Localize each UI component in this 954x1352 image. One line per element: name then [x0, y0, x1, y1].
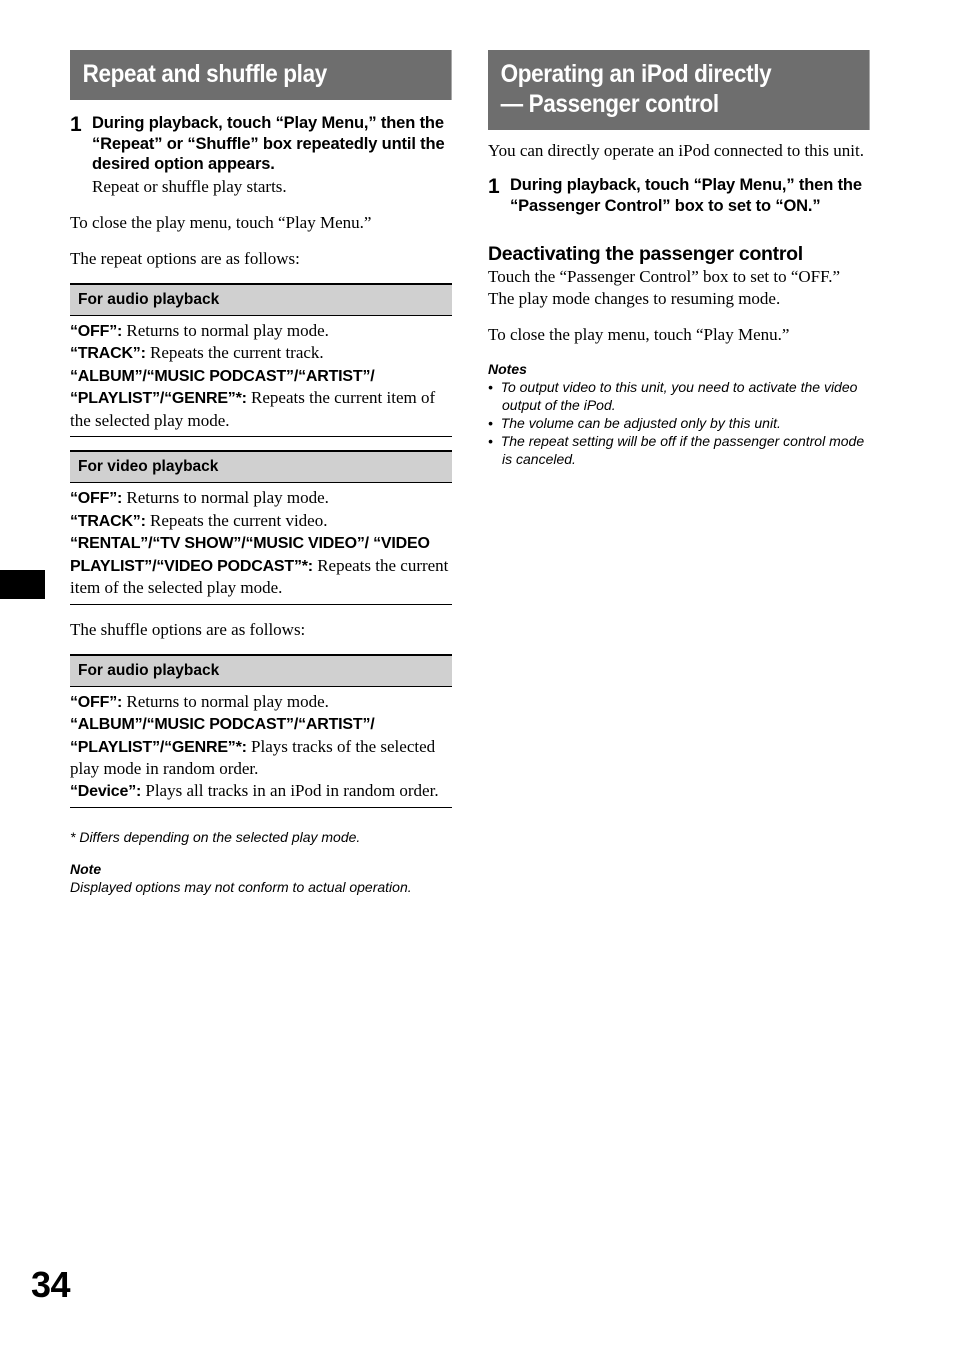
step-content: During playback, touch “Play Menu,” then…	[510, 175, 870, 216]
option-row: “ALBUM”/“MUSIC PODCAST”/“ARTIST”/ “PLAYL…	[70, 365, 452, 432]
edge-thumb-tab	[0, 570, 45, 599]
option-row: “RENTAL”/“TV SHOW”/“MUSIC VIDEO”/ “VIDEO…	[70, 532, 452, 599]
option-term: “TRACK”:	[70, 345, 146, 362]
close-play-menu-note: To close the play menu, touch “Play Menu…	[488, 325, 790, 344]
step-content: During playback, touch “Play Menu,” then…	[92, 113, 452, 198]
option-term: “Device”:	[70, 782, 142, 800]
step-title: During playback, touch “Play Menu,” then…	[510, 176, 862, 215]
repeat-options-intro: The repeat options are as follows:	[70, 248, 300, 268]
step-title: During playback, touch “Play Menu,” then…	[92, 114, 445, 173]
step-number: 1	[488, 175, 500, 198]
option-row: “Device”: Plays all tracks in an iPod in…	[70, 780, 452, 803]
section-header-line: — Passenger control	[500, 90, 720, 118]
repeat-audio-block: For audio playback “OFF”: Returns to nor…	[70, 282, 452, 437]
manual-page: Repeat and shuffle play 1 During playbac…	[0, 0, 954, 1352]
option-desc: Repeats the current track.	[145, 343, 324, 362]
option-row: “TRACK”: Repeats the current video.	[70, 510, 452, 533]
option-term: “OFF”:	[70, 322, 123, 340]
note-item: The repeat setting will be off if the pa…	[488, 432, 870, 468]
option-term: “OFF”:	[70, 490, 123, 507]
section-header-repeat-shuffle: Repeat and shuffle play	[70, 50, 452, 100]
deactivate-result: The play mode changes to resuming mode.	[488, 289, 781, 308]
option-row: “TRACK”: Repeats the current track.	[70, 342, 452, 365]
option-desc: Repeats the current video.	[145, 510, 328, 530]
page-number: 34	[31, 1264, 71, 1305]
repeat-video-band-label: For video playback	[70, 452, 452, 483]
passenger-control-intro: You can directly operate an iPod connect…	[488, 141, 864, 160]
step-number: 1	[70, 113, 82, 136]
note-item: To output video to this unit, you need t…	[488, 378, 870, 414]
shuffle-audio-band-label: For audio playback	[70, 655, 452, 687]
section-header-line: Repeat and shuffle play	[82, 60, 328, 88]
note-text: Displayed options may not conform to act…	[70, 879, 412, 895]
option-desc: Returns to normal play mode.	[122, 691, 329, 711]
step-1-repeat-shuffle: 1 During playback, touch “Play Menu,” th…	[70, 113, 452, 198]
option-term: “TRACK”:	[70, 512, 146, 530]
option-desc: Returns to normal play mode.	[122, 488, 329, 507]
shuffle-audio-options: “OFF”: Returns to normal play mode. “ALB…	[70, 687, 452, 808]
note-item: The volume can be adjusted only by this …	[488, 414, 870, 432]
section-header-passenger-control: Operating an iPod directly — Passenger c…	[488, 50, 870, 130]
step-subtext: Repeat or shuffle play starts.	[92, 176, 287, 196]
note-heading: Note	[70, 861, 102, 877]
repeat-video-block: For video playback “OFF”: Returns to nor…	[70, 450, 452, 605]
close-play-menu-note: To close the play menu, touch “Play Menu…	[70, 212, 372, 232]
step-1-passenger-control: 1 During playback, touch “Play Menu,” th…	[488, 175, 870, 216]
right-column: Operating an iPod directly — Passenger c…	[488, 50, 870, 468]
option-desc: Returns to normal play mode.	[122, 320, 329, 340]
asterisk-footnote: * Differs depending on the selected play…	[70, 829, 361, 845]
option-row: “ALBUM”/“MUSIC PODCAST”/“ARTIST”/ “PLAYL…	[70, 713, 452, 780]
option-row: “OFF”: Returns to normal play mode.	[70, 320, 452, 343]
left-column: Repeat and shuffle play 1 During playbac…	[70, 50, 452, 896]
option-desc: Plays all tracks in an iPod in random or…	[141, 780, 439, 800]
repeat-audio-options: “OFF”: Returns to normal play mode. “TRA…	[70, 316, 452, 437]
deactivate-instruction: Touch the “Passenger Control” box to set…	[488, 267, 841, 286]
shuffle-options-intro: The shuffle options are as follows:	[70, 619, 306, 639]
option-row: “OFF”: Returns to normal play mode.	[70, 691, 452, 714]
repeat-audio-band-label: For audio playback	[70, 284, 452, 316]
notes-heading: Notes	[488, 361, 527, 377]
section-header-line: Operating an iPod directly	[500, 60, 772, 88]
shuffle-audio-block: For audio playback “OFF”: Returns to nor…	[70, 653, 452, 808]
repeat-video-options: “OFF”: Returns to normal play mode. “TRA…	[70, 483, 452, 605]
notes-list: To output video to this unit, you need t…	[488, 378, 870, 468]
subheading-deactivating: Deactivating the passenger control	[488, 243, 803, 265]
option-term: “OFF”:	[70, 693, 123, 711]
option-row: “OFF”: Returns to normal play mode.	[70, 487, 452, 510]
